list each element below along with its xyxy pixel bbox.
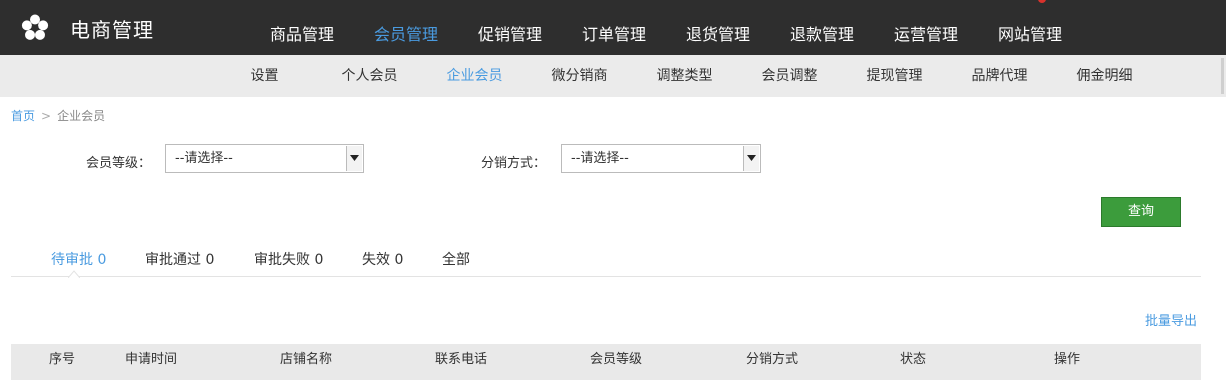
column-header-status: 状态 bbox=[899, 352, 926, 367]
main-nav-item-operations[interactable]: 运营管理 bbox=[874, 0, 978, 55]
subnav-scrollbar[interactable] bbox=[1221, 58, 1224, 94]
sub-nav-item-adjust-types[interactable]: 调整类型 bbox=[632, 55, 737, 97]
sub-nav-item-micro-distributors[interactable]: 微分销商 bbox=[527, 55, 632, 97]
column-header-store-name: 店铺名称 bbox=[279, 352, 332, 367]
main-nav-item-orders[interactable]: 订单管理 bbox=[562, 0, 666, 55]
batch-export-link[interactable]: 批量导出 bbox=[1145, 310, 1197, 329]
breadcrumb-current: 企业会员 bbox=[57, 109, 106, 123]
top-bar: 电商管理 商品管理 会员管理 促销管理 订单管理 退货管理 退款管理 运营管理 … bbox=[0, 0, 1226, 55]
sub-nav: 设置 个人会员 企业会员 微分销商 调整类型 会员调整 提现管理 品牌代理 佣金… bbox=[0, 55, 1226, 97]
sub-nav-item-enterprise-members[interactable]: 企业会员 bbox=[422, 55, 527, 97]
member-level-select[interactable]: --请选择-- bbox=[165, 144, 364, 173]
column-header-apply-time: 申请时间 bbox=[124, 352, 177, 367]
tab-rejected[interactable]: 审批失败 0 bbox=[254, 249, 323, 269]
status-tabs: 待审批 0 审批通过 0 审批失败 0 失效 0 全部 bbox=[11, 240, 1201, 278]
table-header: 序号 申请时间 店铺名称 联系电话 会员等级 分销方式 状态 操作 bbox=[11, 344, 1201, 380]
member-level-select-value: --请选择-- bbox=[175, 151, 233, 166]
distribution-mode-select[interactable]: --请选择-- bbox=[561, 144, 761, 173]
main-nav: 商品管理 会员管理 促销管理 订单管理 退货管理 退款管理 运营管理 网站管理 bbox=[250, 0, 1082, 55]
tab-expired[interactable]: 失效 0 bbox=[362, 249, 403, 269]
main-nav-item-refunds[interactable]: 退款管理 bbox=[770, 0, 874, 55]
distribution-mode-label: 分销方式： bbox=[481, 156, 547, 171]
column-header-member-level: 会员等级 bbox=[589, 352, 642, 367]
column-header-distribution-mode: 分销方式 bbox=[745, 352, 798, 367]
main-nav-item-products[interactable]: 商品管理 bbox=[250, 0, 354, 55]
sub-nav-item-withdrawals[interactable]: 提现管理 bbox=[842, 55, 947, 97]
triangle-down-icon bbox=[346, 146, 362, 171]
column-header-actions: 操作 bbox=[1053, 352, 1080, 367]
sub-nav-item-brand-agents[interactable]: 品牌代理 bbox=[947, 55, 1052, 97]
column-header-index: 序号 bbox=[48, 352, 75, 367]
tab-pending[interactable]: 待审批 0 bbox=[51, 249, 106, 269]
main-nav-item-returns[interactable]: 退货管理 bbox=[666, 0, 770, 55]
member-level-label: 会员等级： bbox=[86, 156, 152, 171]
triangle-down-icon bbox=[743, 146, 759, 171]
query-button[interactable]: 查询 bbox=[1101, 197, 1181, 227]
sub-nav-item-personal-members[interactable]: 个人会员 bbox=[317, 55, 422, 97]
tab-all[interactable]: 全部 bbox=[442, 249, 470, 269]
sub-nav-item-member-adjust[interactable]: 会员调整 bbox=[737, 55, 842, 97]
main-nav-item-members[interactable]: 会员管理 bbox=[354, 0, 458, 55]
brand[interactable]: 电商管理 bbox=[20, 12, 154, 44]
breadcrumb: 首页 > 企业会员 bbox=[11, 107, 105, 124]
main-nav-item-website[interactable]: 网站管理 bbox=[978, 0, 1082, 55]
tab-approved[interactable]: 审批通过 0 bbox=[145, 249, 214, 269]
sub-nav-item-settings[interactable]: 设置 bbox=[212, 55, 317, 97]
distribution-mode-select-value: --请选择-- bbox=[571, 151, 629, 166]
main-nav-item-promotions[interactable]: 促销管理 bbox=[458, 0, 562, 55]
flower-logo-icon bbox=[20, 13, 50, 43]
breadcrumb-home-link[interactable]: 首页 bbox=[11, 109, 35, 123]
app-title: 电商管理 bbox=[70, 17, 154, 42]
sub-nav-item-commission-details[interactable]: 佣金明细 bbox=[1052, 55, 1157, 97]
column-header-phone: 联系电话 bbox=[434, 352, 487, 367]
breadcrumb-separator: > bbox=[41, 109, 52, 123]
active-tab-caret-icon bbox=[68, 270, 80, 278]
